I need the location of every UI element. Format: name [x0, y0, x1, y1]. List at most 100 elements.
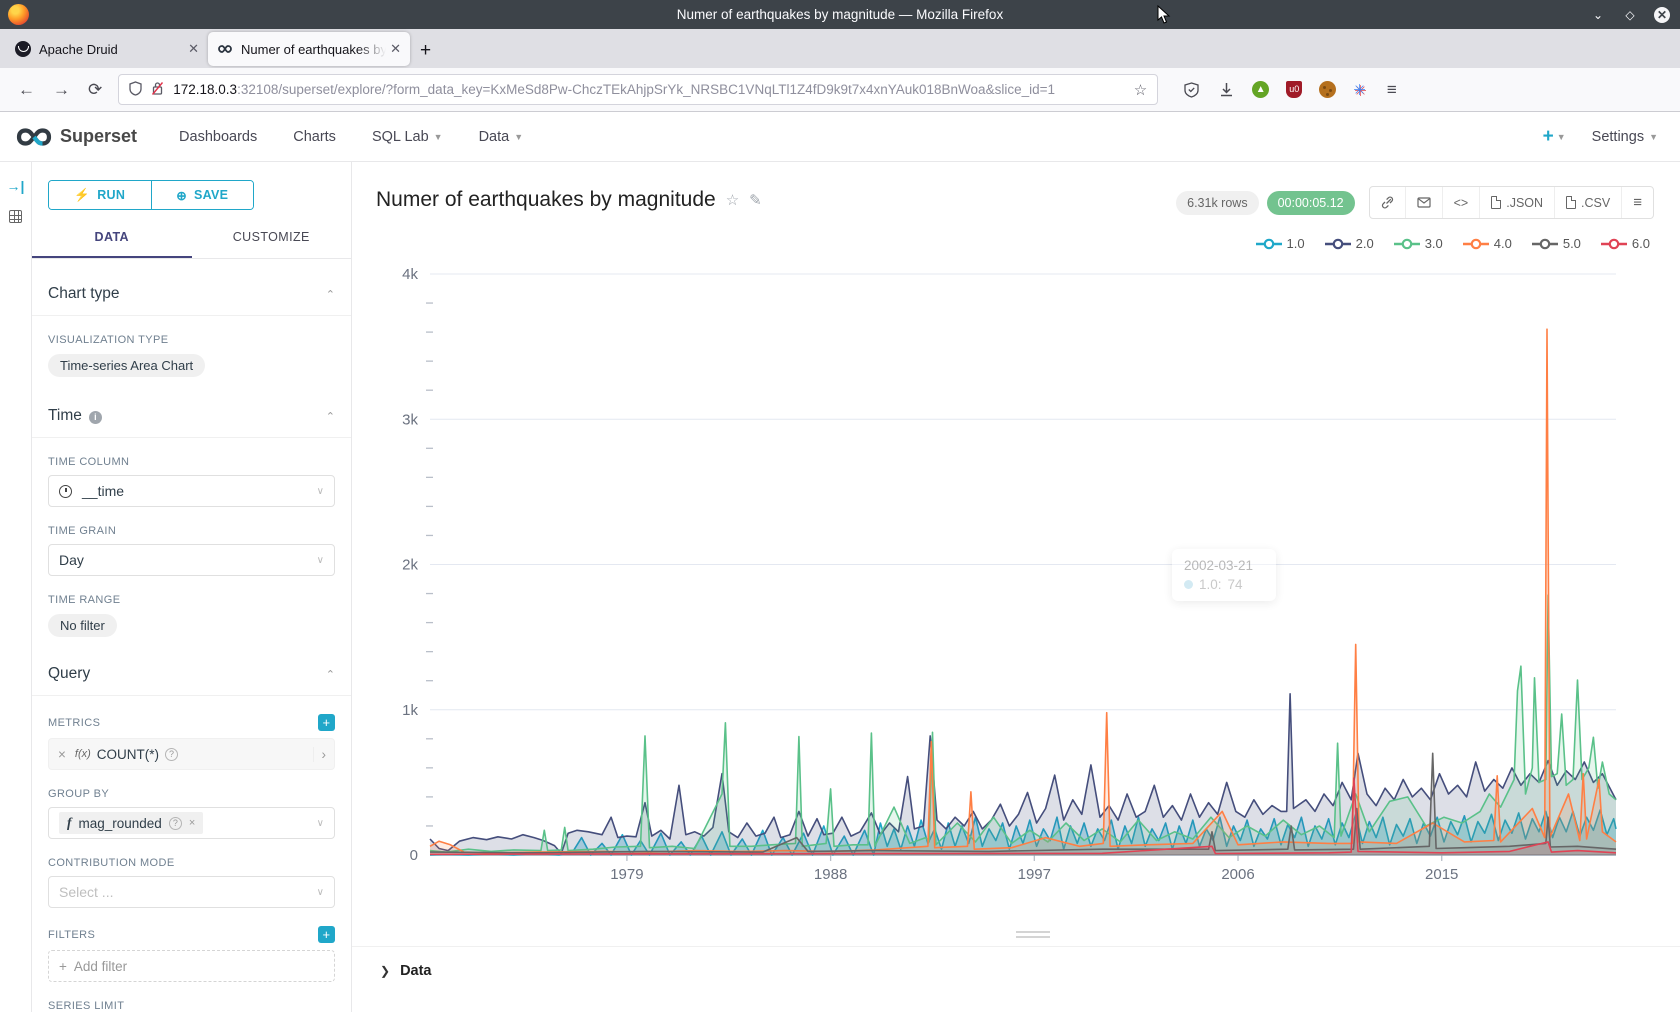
nav-sql-lab[interactable]: SQL Lab▼: [372, 129, 443, 145]
export-json-button[interactable]: .JSON: [1480, 187, 1555, 218]
data-panel-toggle[interactable]: ❯ Data: [352, 946, 1680, 979]
privacy-badger-icon[interactable]: ▲: [1252, 81, 1269, 98]
tab-apache-druid[interactable]: Apache Druid ✕: [6, 32, 208, 66]
lightning-icon: ⚡: [74, 188, 90, 203]
minimize-button[interactable]: ⌄: [1590, 7, 1606, 23]
mouse-cursor: [1157, 5, 1171, 25]
bookmark-star-icon[interactable]: ☆: [1134, 81, 1147, 99]
time-range-pill[interactable]: No filter: [48, 614, 117, 637]
close-tab-icon[interactable]: ✕: [188, 41, 199, 57]
container-extension-icon[interactable]: ✳: [1353, 81, 1366, 99]
viz-type-label: VISUALIZATION TYPE: [48, 334, 335, 346]
browser-toolbar: ← → ⟳ 172.18.0.3:32108/superset/explore/…: [0, 68, 1680, 112]
menu-icon[interactable]: ≡: [1383, 81, 1401, 99]
chart-main-area: Numer of earthquakes by magnitude ☆ ✎ 6.…: [352, 162, 1680, 1012]
chevron-up-icon: ⌃: [326, 410, 335, 423]
remove-metric-icon[interactable]: ×: [49, 747, 75, 762]
nav-data[interactable]: Data▼: [479, 129, 524, 145]
chevron-down-icon: ▼: [514, 132, 523, 142]
chevron-right-icon: ❯: [380, 964, 390, 978]
export-csv-button[interactable]: .CSV: [1555, 187, 1622, 218]
svg-text:0: 0: [410, 847, 418, 864]
timeseries-chart[interactable]: 01k2k3k4k19791988199720062015: [352, 240, 1652, 925]
reload-button[interactable]: ⟳: [88, 80, 102, 100]
forward-button[interactable]: →: [53, 80, 70, 100]
add-filter-box[interactable]: +Add filter: [48, 950, 335, 982]
query-timer-badge: 00:00:05.12: [1267, 191, 1355, 215]
remove-chip-icon[interactable]: ×: [189, 817, 195, 829]
contribution-mode-select[interactable]: Select ... ∨: [48, 876, 335, 908]
save-button[interactable]: ⊕SAVE: [152, 181, 254, 209]
chart-tooltip: 2002-03-21 1.0:74: [1172, 549, 1276, 601]
svg-text:4k: 4k: [402, 266, 418, 283]
url-bar[interactable]: 172.18.0.3:32108/superset/explore/?form_…: [118, 74, 1158, 105]
run-button[interactable]: ⚡RUN: [49, 181, 152, 209]
chart-type-section-header[interactable]: Chart type⌃: [48, 285, 335, 303]
plus-circle-icon: ⊕: [176, 188, 187, 203]
viz-type-pill[interactable]: Time-series Area Chart: [48, 354, 205, 377]
settings-menu[interactable]: Settings▼: [1592, 129, 1658, 145]
time-grain-select[interactable]: Day ∨: [48, 544, 335, 576]
superset-navbar: Superset Dashboards Charts SQL Lab▼ Data…: [0, 112, 1680, 162]
file-icon: [1491, 196, 1501, 209]
druid-favicon: [15, 41, 31, 57]
firefox-logo-icon: [8, 4, 29, 25]
info-icon: i: [89, 411, 102, 424]
metric-chip[interactable]: × f(x)COUNT(*)? ›: [48, 738, 335, 770]
filters-label: FILTERS+: [48, 926, 335, 943]
pocket-shield-icon[interactable]: [1182, 81, 1200, 99]
query-section-header[interactable]: Query⌃: [48, 665, 335, 683]
nav-charts[interactable]: Charts: [293, 129, 336, 145]
tab-customize[interactable]: CUSTOMIZE: [192, 230, 352, 258]
download-icon[interactable]: [1217, 81, 1235, 99]
back-button[interactable]: ←: [18, 80, 35, 100]
new-item-button[interactable]: +▼: [1543, 126, 1566, 148]
plus-icon: +: [59, 959, 67, 974]
group-by-select[interactable]: f mag_rounded ? × ∨: [48, 807, 335, 839]
new-tab-button[interactable]: +: [420, 40, 431, 62]
svg-text:2006: 2006: [1221, 866, 1254, 883]
restore-button[interactable]: ◇: [1622, 7, 1638, 23]
url-text[interactable]: 172.18.0.3:32108/superset/explore/?form_…: [173, 82, 1134, 97]
add-filter-plus-button[interactable]: +: [318, 926, 335, 943]
metrics-label: METRICS+: [48, 714, 335, 731]
help-icon: ?: [165, 748, 178, 761]
close-button[interactable]: ✕: [1654, 7, 1670, 23]
series-dot-icon: [1184, 580, 1193, 589]
tab-earthquakes[interactable]: Numer of earthquakes by m ✕: [208, 32, 410, 66]
resize-grip[interactable]: [1016, 928, 1050, 938]
collapse-panel-icon[interactable]: →|: [7, 178, 25, 194]
insecure-lock-icon[interactable]: [151, 81, 164, 99]
expand-metric-icon[interactable]: ›: [313, 747, 335, 762]
cookie-extension-icon[interactable]: [1319, 81, 1336, 98]
svg-text:3k: 3k: [402, 411, 418, 428]
series-limit-label: SERIES LIMIT: [48, 1000, 335, 1012]
shield-icon[interactable]: [129, 81, 142, 99]
chevron-down-icon: ∨: [317, 818, 324, 829]
chevron-down-icon: ▼: [1649, 132, 1658, 142]
time-column-select[interactable]: __time ∨: [48, 475, 335, 507]
ublock-icon[interactable]: u0: [1286, 81, 1302, 98]
function-icon: f: [67, 815, 72, 831]
left-icon-rail: →|: [0, 162, 32, 1012]
embed-code-button[interactable]: <>: [1443, 187, 1481, 218]
clock-icon: [59, 485, 72, 498]
group-by-chip[interactable]: f mag_rounded ? ×: [59, 812, 203, 834]
svg-text:1997: 1997: [1018, 866, 1051, 883]
add-metric-button[interactable]: +: [318, 714, 335, 731]
svg-text:2015: 2015: [1425, 866, 1458, 883]
browser-tab-bar: Apache Druid ✕ Numer of earthquakes by m…: [0, 29, 1680, 68]
time-section-header[interactable]: Timei ⌃: [48, 407, 335, 425]
superset-logo[interactable]: Superset: [14, 125, 137, 149]
favorite-star-icon[interactable]: ☆: [726, 191, 739, 209]
edit-title-icon[interactable]: ✎: [749, 191, 762, 209]
superset-favicon: [217, 41, 233, 57]
copy-link-button[interactable]: [1370, 187, 1406, 218]
close-tab-icon[interactable]: ✕: [390, 41, 401, 57]
email-button[interactable]: [1406, 187, 1443, 218]
tab-data[interactable]: DATA: [32, 230, 192, 258]
nav-dashboards[interactable]: Dashboards: [179, 129, 257, 145]
chart-menu-button[interactable]: ≡: [1622, 187, 1653, 218]
chevron-up-icon: ⌃: [326, 288, 335, 301]
datasource-grid-icon[interactable]: [9, 210, 22, 223]
